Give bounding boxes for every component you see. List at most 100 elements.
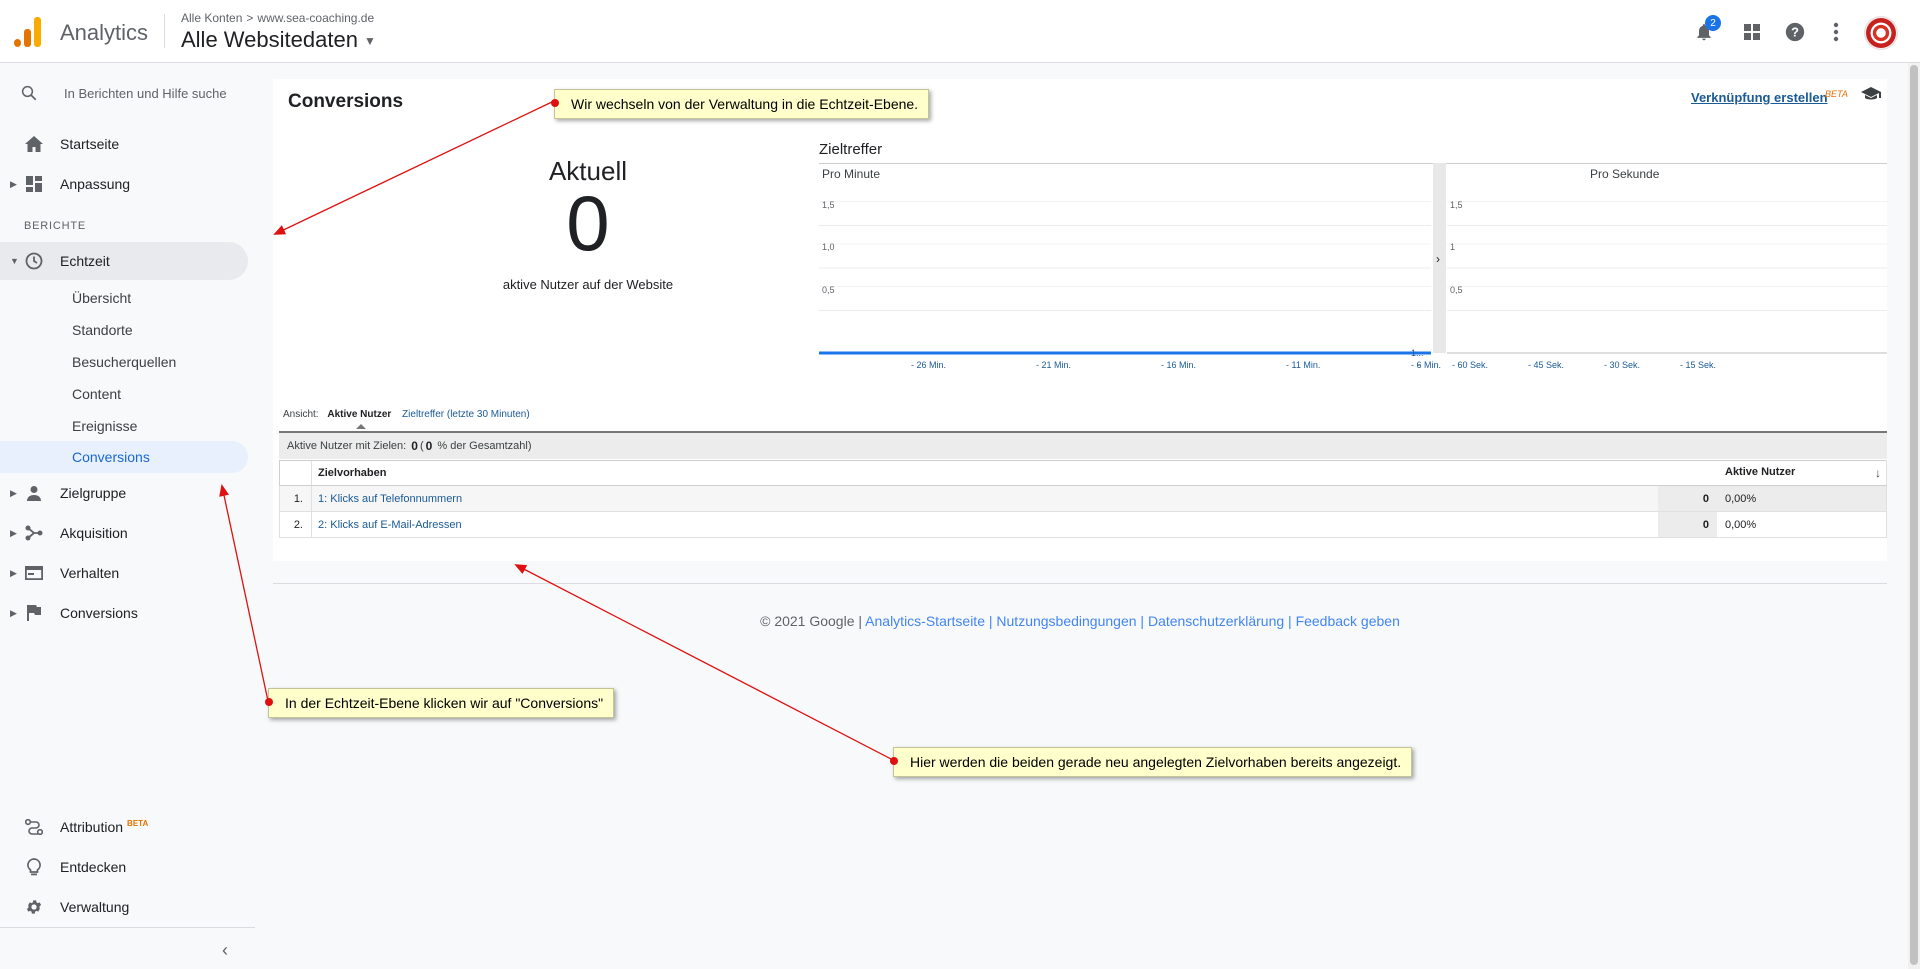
sidebar-subitem-content[interactable]: Content xyxy=(0,378,248,410)
sidebar-item-label: Akquisition xyxy=(60,525,128,541)
report-card: Conversions Verknüpfung erstellen BETA A… xyxy=(273,79,1887,561)
sidebar-subitem-overview[interactable]: Übersicht xyxy=(0,282,248,314)
goal-link[interactable]: 2: Klicks auf E-Mail-Adressen xyxy=(318,519,462,531)
sidebar-item-realtime[interactable]: ▼ Echtzeit xyxy=(0,242,248,280)
caret-down-icon: ▼ xyxy=(10,256,19,266)
breadcrumb-account[interactable]: Alle Konten xyxy=(181,11,242,25)
caret-right-icon: ▶ xyxy=(10,487,17,498)
caret-right-icon: ▶ xyxy=(10,567,17,578)
sidebar-item-label: Zielgruppe xyxy=(60,485,127,501)
y-tick-label: 1,5 xyxy=(1450,199,1463,210)
sidebar-subitem-conversions[interactable]: Conversions xyxy=(0,441,248,473)
breadcrumb[interactable]: Alle Konten > www.sea-coaching.de xyxy=(181,11,374,25)
footer-sep: | xyxy=(1140,613,1145,629)
x-tick-label: 1... xyxy=(1411,348,1424,358)
apps-button[interactable] xyxy=(1740,20,1764,44)
y-tick-label: 0,5 xyxy=(822,284,835,295)
table-header-users[interactable]: Aktive Nutzer ↓ xyxy=(1717,460,1887,486)
attribution-label: Attribution xyxy=(60,819,124,835)
callout-text: Wir wechseln von der Verwaltung in die E… xyxy=(571,96,919,112)
sidebar-item-label: Verwaltung xyxy=(60,899,130,915)
flag-icon xyxy=(24,603,44,623)
footer-divider xyxy=(273,583,1887,584)
y-tick-label: 1 xyxy=(1450,242,1456,252)
callout-dot xyxy=(551,99,559,107)
notifications-button[interactable]: 2 xyxy=(1692,15,1721,44)
tab-active-users[interactable]: Aktive Nutzer xyxy=(327,409,391,420)
callout-text: In der Echtzeit-Ebene klicken wir auf "C… xyxy=(285,695,604,711)
sidebar-subitem-locations[interactable]: Standorte xyxy=(0,314,248,346)
sidebar-item-acquisition[interactable]: ▶ Akquisition xyxy=(0,514,248,552)
caret-down-icon: ▼ xyxy=(363,34,376,49)
x-tick-label: - 60 Sek. xyxy=(1452,360,1489,370)
lightbulb-icon xyxy=(24,857,44,877)
create-shortcut-link[interactable]: Verknüpfung erstellen xyxy=(1691,90,1828,105)
caret-right-icon: ▶ xyxy=(10,527,17,538)
caret-right-icon: ▶ xyxy=(10,607,17,618)
footer-link-privacy[interactable]: Datenschutzerklärung xyxy=(1148,613,1284,629)
sidebar-item-admin[interactable]: Verwaltung xyxy=(0,888,248,926)
table-header-goal[interactable]: Zielvorhaben xyxy=(311,460,1658,486)
breadcrumb-property[interactable]: www.sea-coaching.de xyxy=(257,11,374,25)
svg-text:?: ? xyxy=(1791,25,1799,40)
footer-link-home[interactable]: Analytics-Startseite xyxy=(865,613,985,629)
row-goal-cell: 1: Klicks auf Telefonnummern xyxy=(311,485,1658,512)
sidebar-search[interactable]: In Berichten und Hilfe suche xyxy=(0,77,255,109)
graduation-cap-icon[interactable] xyxy=(1861,87,1881,106)
x-tick-label: - 15 Sek. xyxy=(1680,360,1717,370)
callout-text: Hier werden die beiden gerade neu angele… xyxy=(910,754,1402,770)
goal-hits-chart: › Pro Minute Pro Sekunde 0,5 1,0 1,5 - 26 M… xyxy=(819,163,1887,400)
more-options-button[interactable] xyxy=(1824,20,1848,44)
notification-badge: 2 xyxy=(1705,15,1721,31)
footer-link-terms[interactable]: Nutzungsbedingungen xyxy=(996,613,1136,629)
breadcrumb-separator: > xyxy=(246,11,254,25)
sidebar-subitem-traffic-sources[interactable]: Besucherquellen xyxy=(0,346,248,378)
sidebar-item-behavior[interactable]: ▶ Verhalten xyxy=(0,554,248,592)
row-users-value: 0 xyxy=(1658,485,1717,512)
caret-right-icon: ▶ xyxy=(10,178,17,189)
active-tab-pointer xyxy=(356,424,366,429)
x-tick-label: - 6 Min. xyxy=(1411,360,1442,370)
sidebar-subitem-label: Ereignisse xyxy=(72,418,138,434)
footer-sep: | xyxy=(988,613,993,629)
footer-link-feedback[interactable]: Feedback geben xyxy=(1296,613,1400,629)
summary-open: ( xyxy=(419,440,424,452)
home-icon xyxy=(24,134,44,154)
sidebar-item-conversions[interactable]: ▶ Conversions xyxy=(0,594,248,632)
behavior-icon xyxy=(24,563,44,583)
x-tick-label: - 45 Sek. xyxy=(1528,360,1565,370)
x-tick-label: - xyxy=(1417,360,1420,370)
goals-table: Zielvorhaben Aktive Nutzer ↓ 1. 1: Klicks… xyxy=(279,460,1887,538)
callout-dot xyxy=(890,757,898,765)
sidebar-subitem-events[interactable]: Ereignisse xyxy=(0,410,248,442)
view-selector[interactable]: Alle Websitedaten ▼ xyxy=(181,27,376,53)
sidebar-item-customization[interactable]: ▶ Anpassung xyxy=(0,165,248,203)
y-tick-label: 1,5 xyxy=(822,199,835,210)
sidebar-item-discover[interactable]: Entdecken xyxy=(0,848,248,886)
per-minute-label: Pro Minute xyxy=(822,167,881,181)
x-tick-label: - 30 Sek. xyxy=(1604,360,1641,370)
tab-goal-hits[interactable]: Zieltreffer (letzte 30 Minuten) xyxy=(402,409,530,420)
scrollbar-thumb[interactable] xyxy=(1910,65,1918,965)
summary-value: 0 xyxy=(411,439,418,453)
attribution-icon xyxy=(24,817,44,837)
user-avatar[interactable] xyxy=(1864,16,1898,50)
help-icon: ? xyxy=(1785,22,1805,42)
collapse-sidebar-button[interactable]: ‹ xyxy=(222,940,228,961)
sort-arrow-down-icon[interactable]: ↓ xyxy=(1875,466,1881,480)
sidebar-item-attribution[interactable]: Attribution BETA xyxy=(0,808,248,846)
sidebar-item-home[interactable]: Startseite xyxy=(0,125,248,163)
acquisition-icon xyxy=(24,523,44,543)
sidebar: In Berichten und Hilfe suche Startseite … xyxy=(0,63,255,969)
help-button[interactable]: ? xyxy=(1783,20,1807,44)
sidebar-item-label: Entdecken xyxy=(60,859,127,875)
summary-suffix: % der Gesamtzahl) xyxy=(437,440,532,452)
gear-icon xyxy=(24,897,44,917)
analytics-logo-icon[interactable] xyxy=(14,17,42,47)
page-scrollbar[interactable] xyxy=(1908,63,1920,969)
sidebar-item-label: Startseite xyxy=(60,136,120,152)
sidebar-item-audience[interactable]: ▶ Zielgruppe xyxy=(0,474,248,512)
footer-sep: | xyxy=(1288,613,1292,629)
goal-link[interactable]: 1: Klicks auf Telefonnummern xyxy=(318,493,462,505)
table-header-index xyxy=(279,460,312,486)
